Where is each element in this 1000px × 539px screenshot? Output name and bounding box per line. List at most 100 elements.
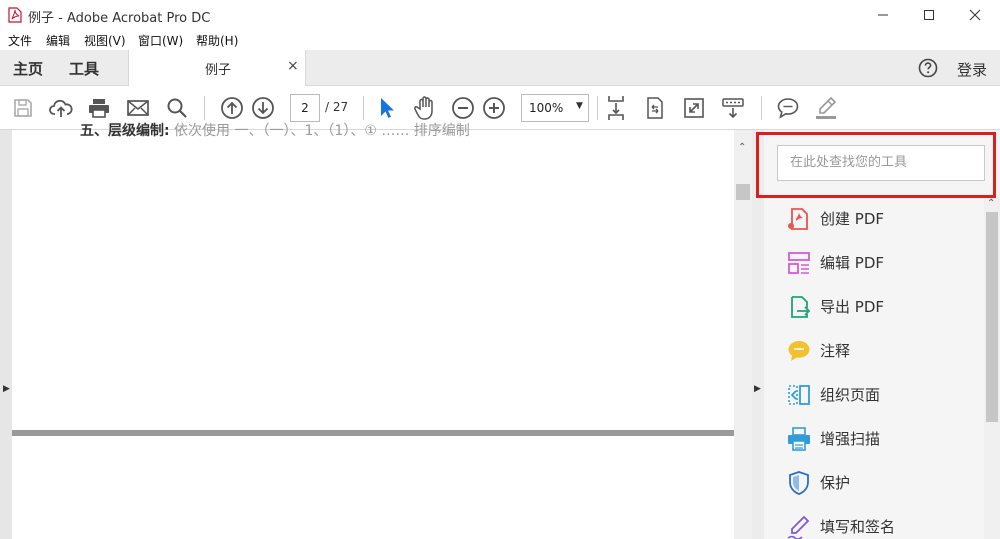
tool-search-input[interactable]: 在此处查找您的工具 [777,145,985,181]
zoom-select[interactable]: 100% ▼ [521,94,589,122]
tools-pane: ▶ 在此处查找您的工具 创建 PDF 编辑 PDF 导出 PDF 注释 组织页面… [752,130,1000,539]
close-tab-button[interactable]: × [287,58,299,74]
page-text-fragment: 五、层级编制: 依次使用 一、（一）、1、（1）、① …… 排序编制 [80,120,470,140]
help-icon[interactable] [918,58,938,78]
tool-label: 保护 [820,474,851,492]
caret-right-icon: ▶ [3,384,10,394]
scroll-up-icon[interactable]: ⌃ [738,142,746,153]
caret-right-icon: ▶ [754,384,761,394]
tab-document[interactable]: 例子 × [128,50,306,86]
envelope-icon [127,100,149,116]
tool-protect[interactable]: 保护 [764,464,984,504]
cursor-arrow-icon [381,98,394,118]
zoom-value: 100% [529,101,564,115]
acrobat-app-icon [8,7,22,23]
tab-tools[interactable]: 工具 [69,58,99,79]
tool-label: 编辑 PDF [820,254,884,272]
page-rotate-icon [647,97,663,119]
page-total: / 27 [325,100,349,114]
menu-file[interactable]: 文件 [8,32,32,49]
chevron-down-icon: ▼ [576,101,583,111]
full-screen-button[interactable] [681,95,707,121]
menu-bar: 文件 编辑 视图(V) 窗口(W) 帮助(H) [0,30,1000,50]
protect-icon [789,471,809,495]
window-title: 例子 - Adobe Acrobat Pro DC [28,11,211,26]
scrollbar-thumb[interactable] [986,212,998,422]
tool-label: 注释 [820,342,851,360]
highlight-tool-button[interactable] [813,95,839,121]
menu-edit[interactable]: 编辑 [46,32,70,49]
menu-view[interactable]: 视图(V) [84,32,126,49]
keyboard-download-icon [722,98,744,119]
menu-help[interactable]: 帮助(H) [196,32,238,49]
tab-home[interactable]: 主页 [13,58,43,79]
organize-pages-icon [788,385,810,405]
email-button[interactable] [125,95,151,121]
tool-label: 创建 PDF [820,210,884,228]
toolbar-separator [761,96,762,120]
next-page-button[interactable] [250,95,276,121]
close-window-button[interactable] [952,0,998,30]
fit-page-icon [608,96,624,120]
comment-tool-button[interactable] [775,95,801,121]
tool-label: 增强扫描 [820,430,881,448]
tab-bar: 主页 工具 例子 × 登录 [0,50,1000,86]
select-tool-button[interactable] [373,95,399,121]
tool-edit-pdf[interactable]: 编辑 PDF [764,244,984,284]
maximize-icon [924,10,934,20]
zoom-out-button[interactable] [450,95,476,121]
expand-icon [684,98,704,118]
speech-bubble-icon [777,98,799,119]
document-viewer[interactable]: ▶ 五、层级编制: 依次使用 一、（一）、1、（1）、① …… 排序编制 ⌃ [0,123,752,539]
arrow-down-circle-icon [252,97,274,119]
tool-label: 导出 PDF [820,298,884,316]
hand-tool-button[interactable] [412,95,438,121]
fill-sign-icon [787,515,810,539]
pen-highlight-icon [816,96,837,119]
hand-icon [414,96,433,120]
save-button[interactable] [10,95,36,121]
search-icon [167,98,187,118]
scrollbar-thumb[interactable] [736,184,750,200]
zoom-in-button[interactable] [481,95,507,121]
tool-comment[interactable]: 注释 [764,332,984,372]
minimize-button[interactable] [860,0,906,30]
tool-enhance-scan[interactable]: 增强扫描 [764,420,984,460]
previous-page-button[interactable] [219,95,245,121]
tool-export-pdf[interactable]: 导出 PDF [764,288,984,328]
login-button[interactable]: 登录 [957,59,987,80]
plus-circle-icon [483,97,505,119]
save-icon [14,99,32,117]
minus-circle-icon [452,97,474,119]
maximize-button[interactable] [906,0,952,30]
tool-create-pdf[interactable]: 创建 PDF [764,200,984,240]
document-tab-label: 例子 [205,63,232,78]
search-button[interactable] [164,95,190,121]
scroll-up-icon[interactable]: ⌃ [987,198,995,209]
minimize-icon [878,14,888,16]
cloud-upload-icon [49,99,73,117]
page-number-input[interactable]: 2 [290,94,320,122]
document-scrollbar[interactable]: ⌃ [734,130,752,539]
tool-label: 组织页面 [820,386,881,404]
printer-icon [89,99,109,118]
close-icon [969,9,981,21]
menu-window[interactable]: 窗口(W) [138,32,183,49]
toolbar-separator [363,96,364,120]
read-mode-button[interactable] [720,95,746,121]
page-text-rest: 依次使用 一、（一）、1、（1）、① …… 排序编制 [169,123,470,139]
enhance-scan-icon [788,427,810,451]
upload-cloud-button[interactable] [48,95,74,121]
arrow-up-circle-icon [221,97,243,119]
document-page [12,436,734,539]
tool-organize-pages[interactable]: 组织页面 [764,376,984,416]
toolbar-separator [597,96,598,120]
print-button[interactable] [86,95,112,121]
tools-scrollbar[interactable]: ⌃ [984,198,1000,539]
fit-page-button[interactable] [603,95,629,121]
tool-label: 填写和签名 [820,518,896,536]
tool-fill-sign[interactable]: 填写和签名 [764,508,984,539]
rotate-page-button[interactable] [642,95,668,121]
left-panel-toggle[interactable]: ▶ [0,130,12,539]
edit-pdf-icon [788,252,810,274]
